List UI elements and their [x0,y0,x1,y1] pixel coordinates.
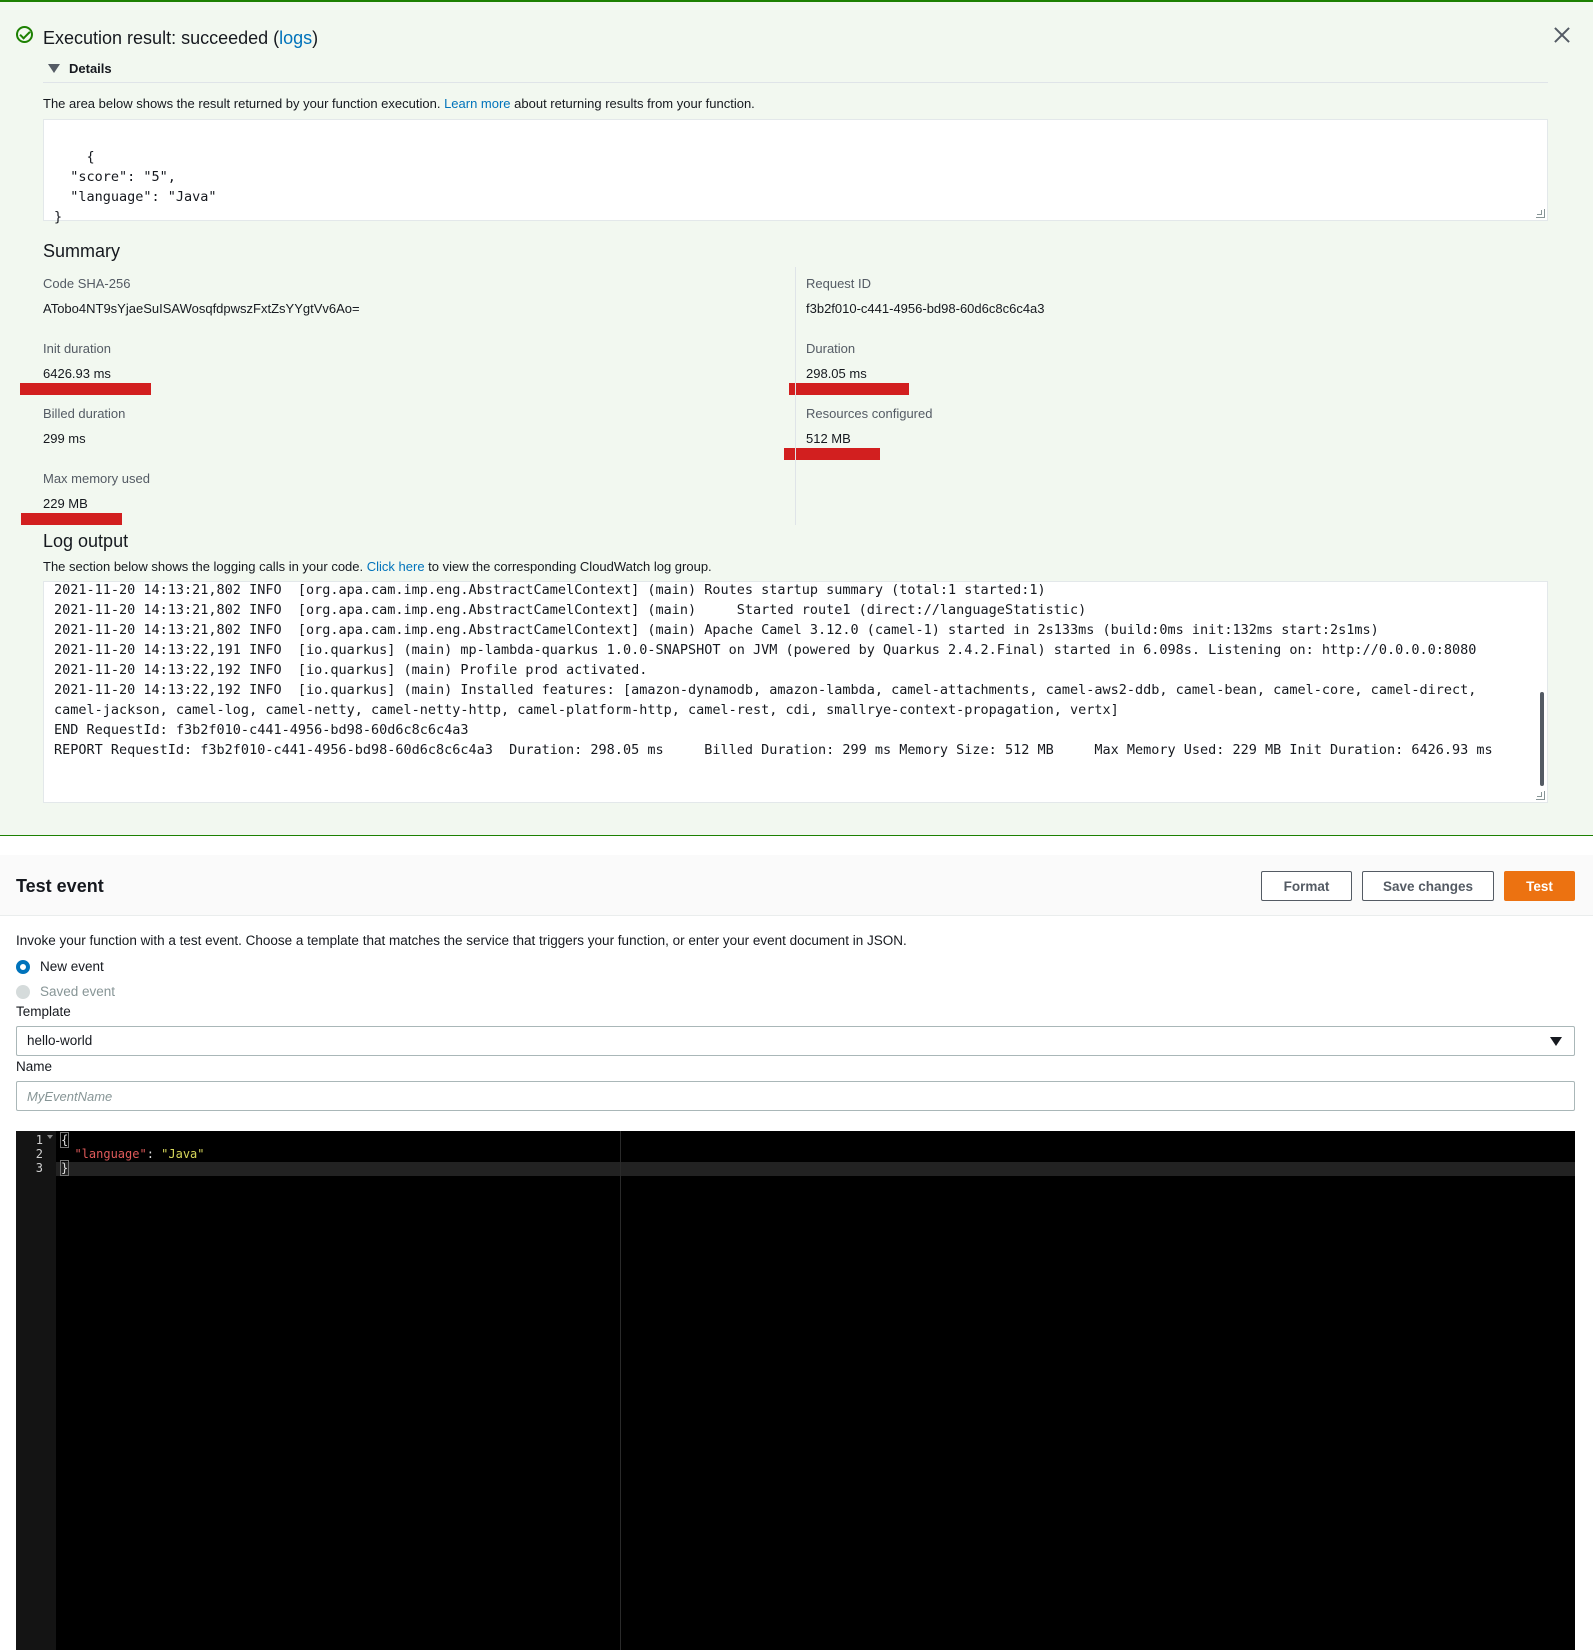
json-separator: : [146,1147,162,1161]
template-label: Template [16,1004,71,1019]
log-description-text: The section below shows the logging call… [43,559,367,574]
resources-configured-value: 512 MB [806,431,851,446]
log-description: The section below shows the logging call… [43,559,712,574]
divider [43,82,1548,83]
execution-result-panel: Execution result: succeeded (logs) Detai… [0,0,1593,836]
column-divider [795,267,796,525]
result-output-box[interactable]: { "score": "5", "language": "Java" } [43,119,1548,225]
test-button[interactable]: Test [1504,871,1575,901]
new-event-radio[interactable] [16,960,30,974]
result-title-suffix: ) [312,28,319,48]
format-button[interactable]: Format [1261,871,1352,901]
highlight-mark [20,383,151,395]
log-scrollbar[interactable] [1540,692,1544,786]
line-number: 1 [35,1133,43,1147]
highlight-mark [789,383,909,395]
init-duration-label: Init duration [43,341,111,356]
result-description-text: The area below shows the result returned… [43,96,445,111]
code-line: "language": "Java" [60,1147,205,1162]
json-key: "language" [74,1147,147,1161]
caret-down-icon [1550,1037,1562,1046]
details-label: Details [69,61,112,76]
duration-value: 298.05 ms [806,366,867,381]
event-json-editor[interactable]: 1 2 3 { "language": "Java" } [16,1131,1575,1650]
line-number: 3 [35,1161,43,1175]
highlight-mark [784,448,880,460]
new-event-label: New event [40,959,104,974]
code-line: } [60,1160,70,1176]
saved-event-label: Saved event [40,984,116,999]
code-line: { [60,1132,70,1148]
resources-configured-label: Resources configured [806,406,933,421]
resize-handle-icon[interactable] [1536,791,1545,800]
summary-heading: Summary [43,241,121,261]
line-number: 2 [35,1147,43,1161]
print-margin [620,1131,621,1650]
result-title-text: Execution result: succeeded ( [43,28,280,48]
max-memory-label: Max memory used [43,471,150,486]
editor-gutter: 1 2 3 [16,1131,56,1650]
duration-label: Duration [806,341,856,356]
saved-event-radio[interactable] [16,985,30,999]
code-sha-label: Code SHA-256 [43,276,131,291]
close-icon[interactable] [1551,24,1573,46]
logs-link[interactable]: logs [279,28,312,48]
billed-duration-value: 299 ms [43,431,86,446]
code-open-brace: { [60,1132,70,1148]
learn-more-link[interactable]: Learn more [444,96,510,111]
log-output-text: 2021-11-20 14:13:21,802 INFO [org.apa.ca… [54,582,1493,758]
log-output-heading: Log output [43,531,129,551]
fold-arrow-icon[interactable] [47,1135,53,1139]
event-name-input[interactable] [16,1081,1575,1111]
highlight-mark [21,513,122,525]
resize-handle-icon[interactable] [1536,209,1545,218]
result-output-text: { "score": "5", "language": "Java" } [54,149,217,225]
details-toggle[interactable]: Details [48,61,112,76]
code-close-brace: } [60,1160,70,1176]
result-description: The area below shows the result returned… [43,96,755,111]
test-event-header: Test event Format Save changes Test [0,855,1593,916]
save-changes-button[interactable]: Save changes [1362,871,1494,901]
init-duration-value: 6426.93 ms [43,366,111,381]
test-event-title: Test event [16,876,104,896]
log-output-box[interactable]: 2021-11-20 14:13:21,802 INFO [org.apa.ca… [43,581,1548,803]
request-id-value: f3b2f010-c441-4956-bd98-60d6c8c6c4a3 [806,301,1045,316]
json-value: "Java" [161,1147,205,1161]
caret-down-icon [48,64,60,73]
template-selected-value: hello-world [27,1033,93,1048]
name-label: Name [16,1059,53,1074]
test-event-description: Invoke your function with a test event. … [16,933,907,948]
result-description-suffix: about returning results from your functi… [510,96,755,111]
success-check-icon [16,26,33,43]
template-select[interactable]: hello-world [16,1026,1575,1056]
execution-result-title: Execution result: succeeded (logs) [43,28,318,49]
log-description-suffix: to view the corresponding CloudWatch log… [424,559,712,574]
cloudwatch-link[interactable]: Click here [367,559,425,574]
request-id-label: Request ID [806,276,872,291]
active-line-highlight [56,1162,1575,1176]
max-memory-value: 229 MB [43,496,88,511]
code-sha-value: ATobo4NT9sYjaeSuISAWosqfdpwszFxtZsYYgtVv… [43,301,360,316]
billed-duration-label: Billed duration [43,406,126,421]
